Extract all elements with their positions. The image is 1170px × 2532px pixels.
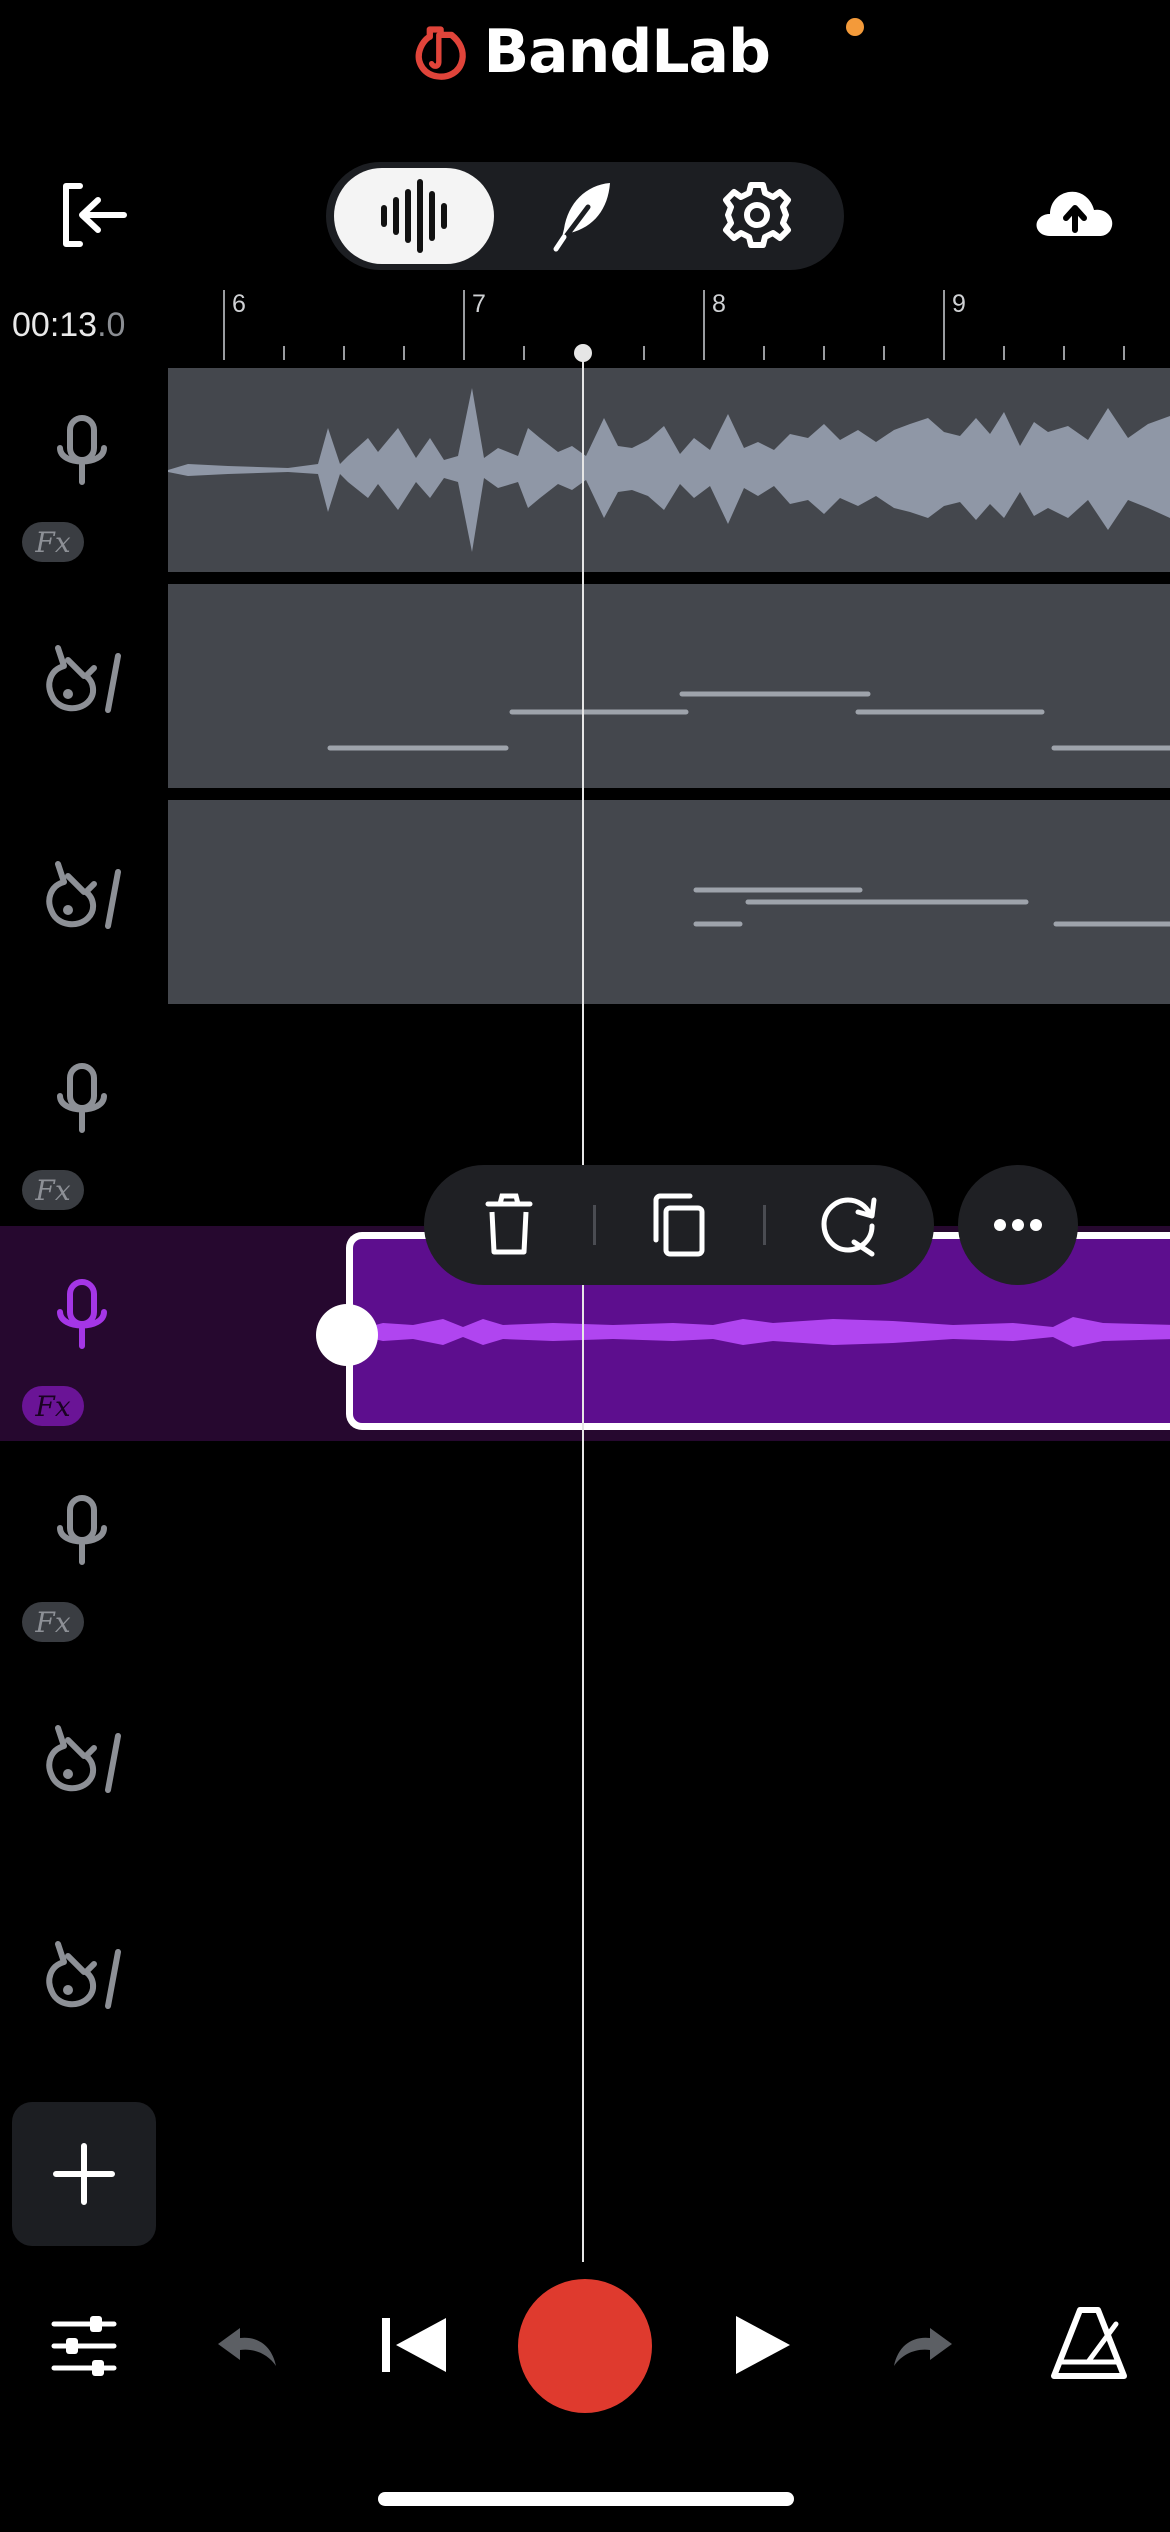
track-8-instrument-button[interactable] [28,1932,138,2042]
track-1-fx-button[interactable]: Fx [22,522,84,562]
time-readout: 00:13.0 [12,306,125,345]
undo-button[interactable] [206,2306,290,2386]
track-6-fx-button[interactable]: Fx [22,1602,84,1642]
bar-label: 8 [712,290,726,318]
skip-back-icon [382,2318,446,2372]
microphone-icon [57,415,107,485]
clip-more-button[interactable] [958,1165,1078,1285]
loop-icon [821,1197,877,1257]
audio-waveform [168,388,1170,552]
track-5-mic-button[interactable] [28,1276,138,1386]
quill-icon [553,183,610,252]
metronome-button[interactable] [1044,2300,1134,2390]
delete-clip-button[interactable] [474,1190,544,1260]
play-button[interactable] [720,2300,810,2390]
guitar-icon [46,861,121,929]
time-main: 00:13 [12,306,98,344]
duplicate-icon [653,1193,705,1257]
skip-back-button[interactable] [370,2300,460,2390]
mixer-button[interactable] [42,2306,126,2386]
microphone-icon [57,1063,107,1133]
metronome-icon [1051,2307,1127,2379]
time-fraction: .0 [97,306,126,344]
playhead-line[interactable] [582,352,584,2262]
track-4-mic-button[interactable] [28,1060,138,1170]
track-1-audio-clip[interactable] [168,368,1170,572]
track-5-fx-button[interactable]: Fx [22,1386,84,1426]
undo-icon [218,2328,276,2366]
bar-label: 6 [232,290,246,318]
track-2-instrument-button[interactable] [28,636,138,746]
guitar-icon [46,1725,121,1793]
tab-tracks-waveform[interactable] [334,168,494,264]
duplicate-clip-button[interactable] [644,1190,714,1260]
track-2-midi-clip[interactable] [168,584,1170,788]
microphone-icon [57,1279,107,1349]
menu-separator [763,1205,766,1245]
more-icon [994,1219,1042,1231]
home-indicator [378,2492,794,2506]
track-4-fx-button[interactable]: Fx [22,1170,84,1210]
add-track-button[interactable] [12,2102,156,2246]
guitar-icon [46,645,121,713]
cloud-upload-icon [1036,191,1113,236]
track-3-instrument-button[interactable] [28,852,138,962]
microphone-icon [57,1495,107,1565]
playhead-knob[interactable] [574,344,592,362]
track-3-midi-clip[interactable] [168,800,1170,1004]
redo-button[interactable] [880,2306,964,2386]
plus-icon [53,2143,115,2205]
track-7-instrument-button[interactable] [28,1716,138,1826]
tab-lyrics[interactable] [540,175,630,255]
redo-icon [894,2328,952,2366]
tab-settings[interactable] [712,175,802,255]
delete-icon [485,1193,533,1255]
track-6-mic-button[interactable] [28,1492,138,1602]
clip-trim-handle[interactable] [316,1304,378,1366]
midi-notes [693,887,1170,927]
midi-notes [327,691,1170,751]
exit-studio-button[interactable] [58,180,138,250]
waveform-icon [381,179,447,253]
app-name: BandLab [483,17,771,87]
cloud-upload-button[interactable] [1030,180,1120,250]
menu-separator [593,1205,596,1245]
track-1-mic-button[interactable] [28,412,138,522]
timeline-ruler[interactable]: 6 7 8 9 [222,288,1170,362]
bar-label: 7 [472,290,486,318]
bandlab-logo: BandLab [410,14,771,90]
exit-studio-icon [63,183,127,247]
bandlab-logo-icon [415,26,466,80]
guitar-icon [46,1941,121,2009]
record-button[interactable] [518,2279,652,2413]
play-icon [736,2316,790,2374]
loop-clip-button[interactable] [814,1190,884,1260]
gear-icon [723,182,791,248]
notification-dot [846,18,864,36]
bar-label: 9 [952,290,966,318]
mixer-icon [51,2316,117,2376]
